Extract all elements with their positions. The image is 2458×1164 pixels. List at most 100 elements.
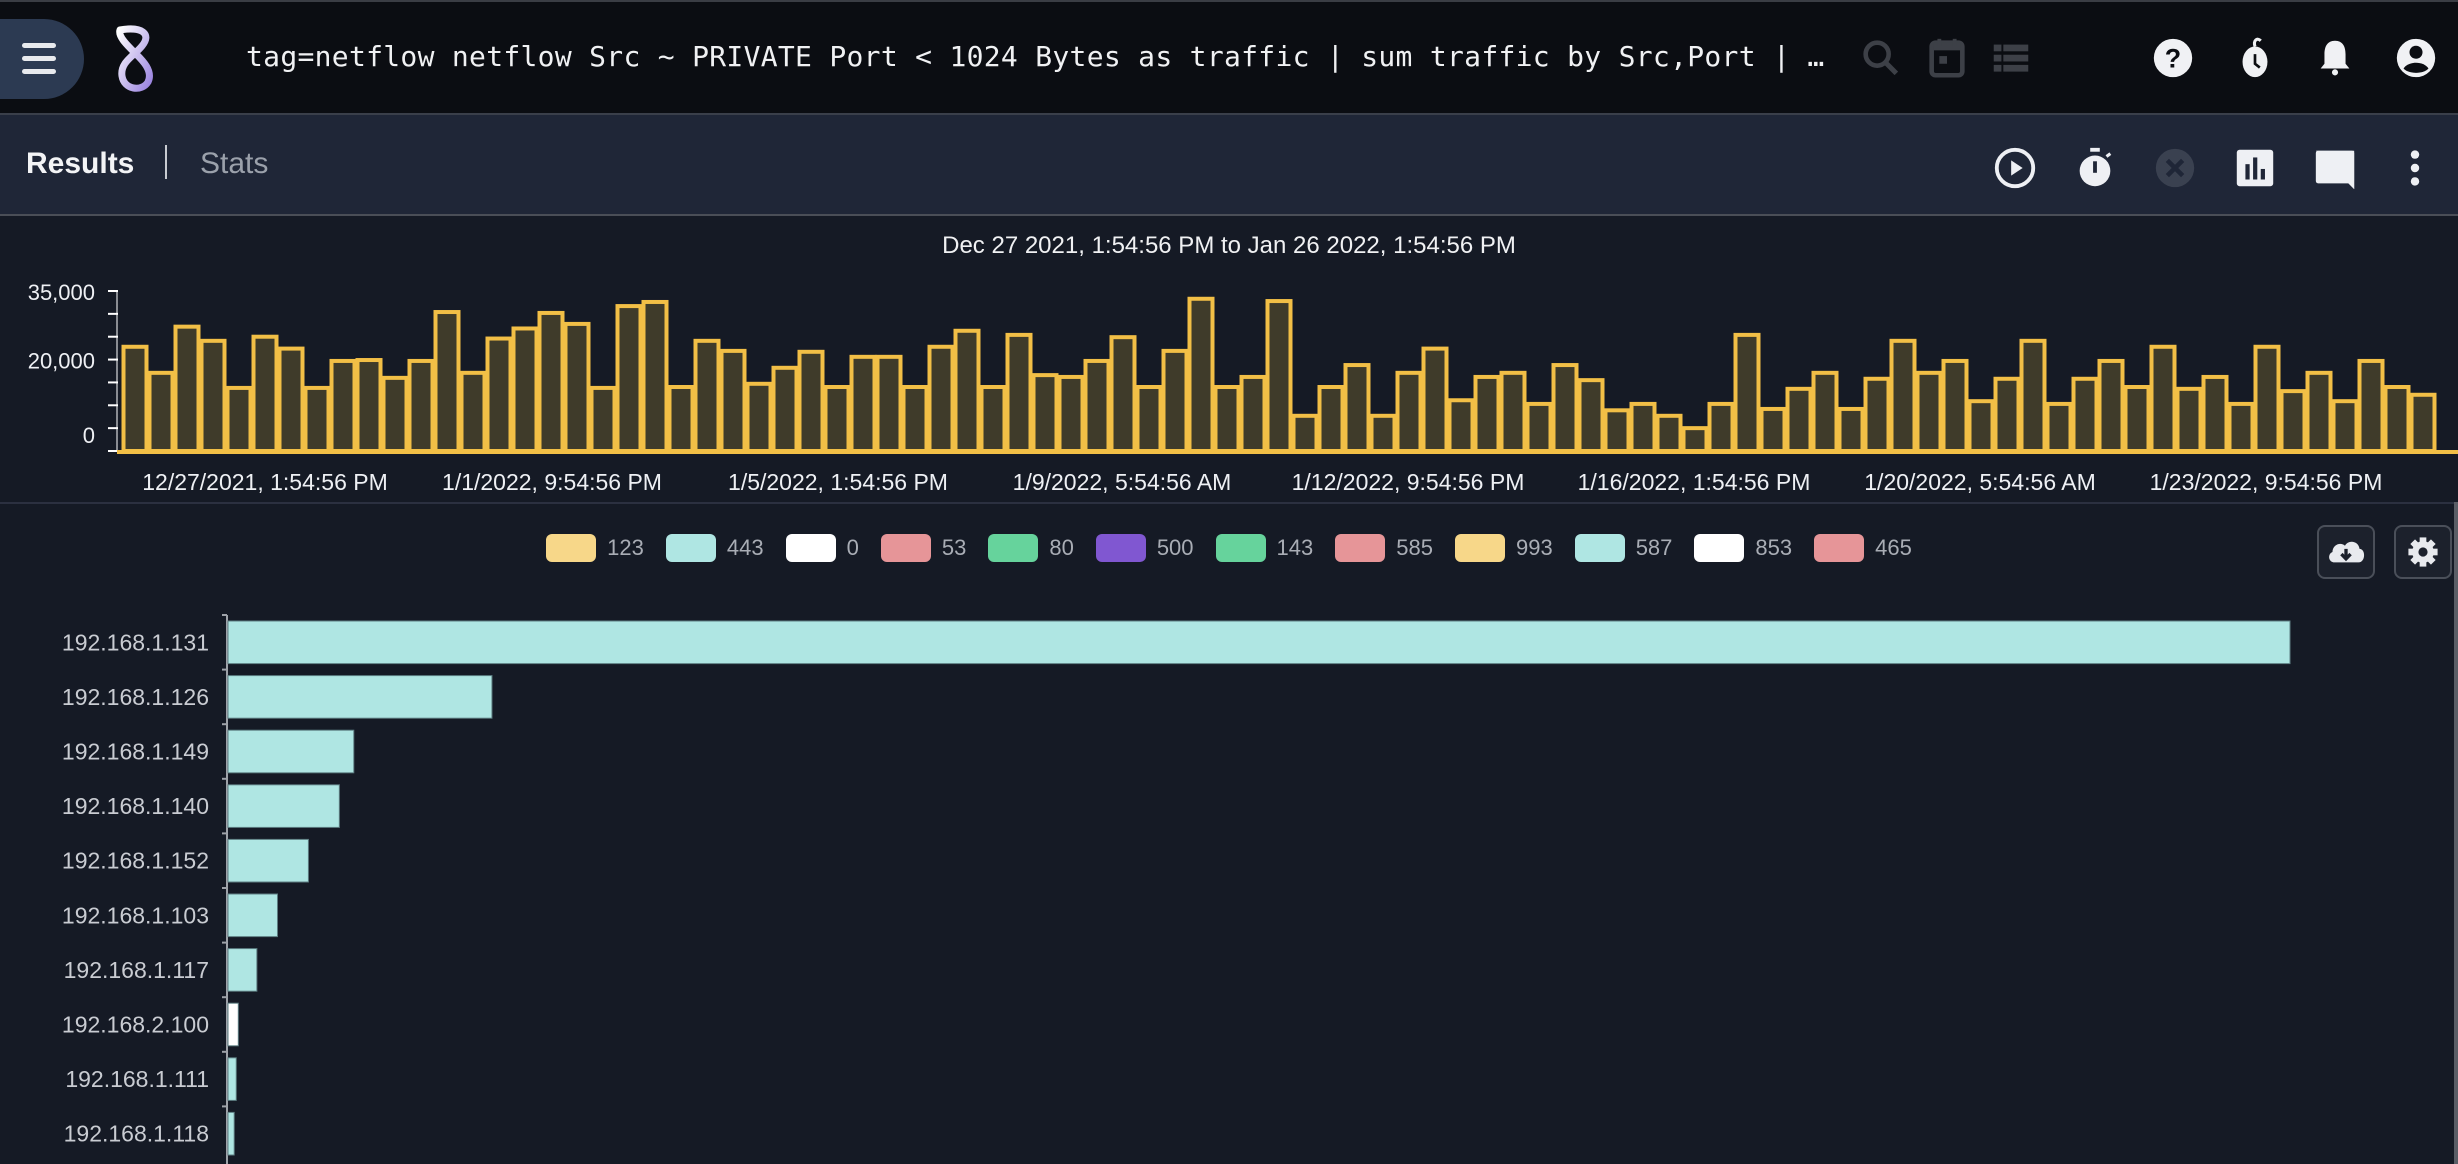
histogram-bar[interactable] bbox=[121, 344, 149, 453]
histogram-bar[interactable] bbox=[667, 385, 695, 453]
histogram-bar[interactable] bbox=[1967, 399, 1995, 454]
legend-item[interactable]: 587 bbox=[1574, 534, 1672, 562]
histogram-bar[interactable] bbox=[2383, 385, 2411, 453]
histogram-bar[interactable] bbox=[1551, 363, 1579, 453]
histogram-bar[interactable] bbox=[2357, 358, 2385, 453]
histogram-bar[interactable] bbox=[2123, 385, 2151, 453]
histogram-bar[interactable] bbox=[901, 385, 929, 453]
histogram-bar[interactable] bbox=[1005, 332, 1033, 453]
histogram-bar[interactable] bbox=[2201, 374, 2229, 453]
src-bar[interactable] bbox=[227, 1057, 237, 1101]
histogram-bar[interactable] bbox=[1239, 374, 1267, 453]
histogram-bar[interactable] bbox=[2409, 392, 2437, 454]
legend-item[interactable]: 993 bbox=[1454, 534, 1553, 562]
histogram-bar[interactable] bbox=[329, 358, 357, 453]
src-bar[interactable] bbox=[227, 1111, 235, 1156]
src-bar[interactable] bbox=[227, 948, 258, 992]
histogram-bar[interactable] bbox=[1265, 299, 1293, 453]
legend-item[interactable]: 123 bbox=[546, 534, 644, 562]
histogram-bar[interactable] bbox=[1889, 338, 1917, 453]
histogram-bar[interactable] bbox=[277, 346, 305, 453]
histogram-bar[interactable] bbox=[407, 358, 435, 453]
tab-results[interactable]: Results bbox=[26, 147, 134, 181]
histogram-bar[interactable] bbox=[2019, 338, 2047, 453]
account-icon[interactable] bbox=[2393, 35, 2439, 81]
histogram-bar[interactable] bbox=[433, 310, 461, 454]
histogram-bar[interactable] bbox=[2071, 376, 2099, 453]
histogram-bar[interactable] bbox=[2305, 370, 2333, 453]
legend-item[interactable]: 585 bbox=[1335, 534, 1433, 562]
more-icon[interactable] bbox=[2392, 145, 2438, 191]
bell-icon[interactable] bbox=[2312, 35, 2358, 81]
histogram-bar[interactable] bbox=[2097, 358, 2125, 453]
histogram-bar[interactable] bbox=[1707, 401, 1735, 454]
histogram-bar[interactable] bbox=[1941, 358, 1969, 453]
histogram-bar[interactable] bbox=[225, 385, 253, 453]
histogram-bar[interactable] bbox=[2279, 389, 2307, 454]
histogram-bar[interactable] bbox=[1759, 406, 1787, 453]
calendar-icon[interactable] bbox=[1924, 35, 1970, 81]
histogram-bar[interactable] bbox=[1577, 378, 1605, 453]
histogram-bar[interactable] bbox=[1837, 406, 1865, 453]
src-bar[interactable] bbox=[227, 620, 2291, 665]
histogram-bar[interactable] bbox=[1395, 370, 1423, 453]
histogram-bar[interactable] bbox=[1655, 413, 1683, 454]
list-icon[interactable] bbox=[1988, 35, 2034, 81]
histogram-bar[interactable] bbox=[1993, 376, 2021, 453]
histogram-bar[interactable] bbox=[615, 304, 643, 454]
histogram-bar[interactable] bbox=[2045, 401, 2073, 454]
histogram-bar[interactable] bbox=[849, 354, 877, 453]
histogram-bar[interactable] bbox=[1213, 385, 1241, 453]
overview-histogram[interactable]: 35,000 20,000 0 12/27/2021, 1:54:56 PM 1/1/2… bbox=[0, 270, 2458, 502]
histogram-bar[interactable] bbox=[2331, 399, 2359, 454]
histogram-bar[interactable] bbox=[953, 328, 981, 453]
histogram-bar[interactable] bbox=[381, 375, 409, 453]
src-breakdown-chart[interactable]: 192.168.1.131 192.168.1.126 192.168.1.149 1… bbox=[0, 600, 2458, 1164]
histogram-bar[interactable] bbox=[1083, 358, 1111, 453]
histogram-bar[interactable] bbox=[1343, 363, 1371, 453]
chart-icon[interactable] bbox=[2232, 145, 2278, 191]
legend-item[interactable]: 80 bbox=[988, 534, 1074, 562]
histogram-bar[interactable] bbox=[1317, 385, 1345, 453]
histogram-bar[interactable] bbox=[875, 354, 903, 453]
histogram-bar[interactable] bbox=[797, 349, 825, 453]
settings-button[interactable] bbox=[2394, 525, 2452, 579]
histogram-bar[interactable] bbox=[1109, 335, 1137, 453]
stopwatch-icon[interactable] bbox=[2072, 145, 2118, 191]
legend-item[interactable]: 53 bbox=[880, 534, 966, 562]
search-icon[interactable] bbox=[1858, 35, 1904, 81]
histogram-bar[interactable] bbox=[641, 299, 669, 453]
cancel-icon[interactable] bbox=[2152, 145, 2198, 191]
histogram-bar[interactable] bbox=[303, 385, 331, 453]
histogram-bar[interactable] bbox=[251, 334, 279, 453]
histogram-bar[interactable] bbox=[2227, 401, 2255, 454]
histogram-bar[interactable] bbox=[511, 326, 539, 453]
histogram-bar[interactable] bbox=[1291, 413, 1319, 454]
histogram-bar[interactable] bbox=[927, 344, 955, 453]
src-bar[interactable] bbox=[227, 838, 309, 883]
legend-item[interactable]: 853 bbox=[1694, 534, 1792, 562]
download-button[interactable] bbox=[2317, 525, 2375, 579]
help-icon[interactable]: ? bbox=[2150, 35, 2196, 81]
histogram-bar[interactable] bbox=[1629, 401, 1657, 454]
histogram-bar[interactable] bbox=[2253, 344, 2281, 453]
histogram-bar[interactable] bbox=[1473, 374, 1501, 453]
src-bar[interactable] bbox=[227, 1002, 239, 1047]
histogram-bar[interactable] bbox=[1161, 348, 1189, 453]
src-bar[interactable] bbox=[227, 784, 340, 828]
histogram-bar[interactable] bbox=[1499, 370, 1527, 453]
legend-item[interactable]: 500 bbox=[1095, 534, 1194, 562]
histogram-bar[interactable] bbox=[693, 338, 721, 453]
histogram-bar[interactable] bbox=[823, 385, 851, 453]
histogram-bar[interactable] bbox=[459, 370, 487, 453]
histogram-bar[interactable] bbox=[719, 348, 747, 453]
histogram-bar[interactable] bbox=[173, 324, 201, 453]
histogram-bar[interactable] bbox=[1603, 408, 1631, 453]
histogram-bar[interactable] bbox=[2149, 344, 2177, 453]
histogram-bar[interactable] bbox=[355, 358, 383, 453]
histogram-bar[interactable] bbox=[199, 338, 227, 453]
histogram-bar[interactable] bbox=[1811, 370, 1839, 453]
histogram-bar[interactable] bbox=[745, 381, 773, 453]
histogram-bar[interactable] bbox=[1369, 413, 1397, 454]
query-input[interactable]: tag=netflow netflow Src ~ PRIVATE Port <… bbox=[246, 40, 1824, 73]
